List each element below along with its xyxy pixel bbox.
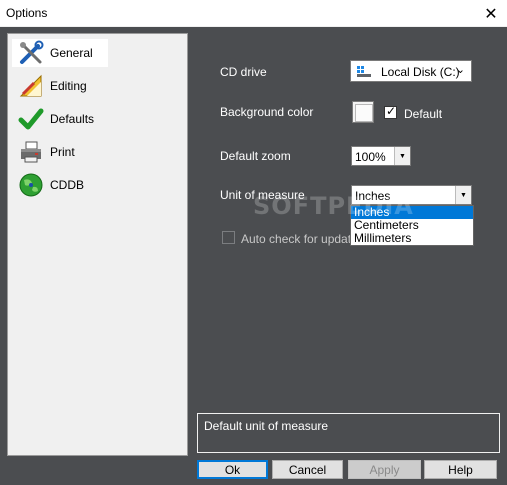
default-zoom-select[interactable]: 100% ▼ <box>351 146 411 166</box>
general-settings-panel: CD drive Local Disk (C:) ⌄ Background co… <box>190 33 500 413</box>
ruler-pencil-icon <box>18 73 44 99</box>
sidebar-item-general[interactable]: General <box>12 39 108 67</box>
drive-icon <box>357 66 371 77</box>
globe-disc-icon <box>18 172 44 198</box>
tools-icon <box>18 40 44 66</box>
checkmark-icon <box>18 106 44 132</box>
cd-drive-label: CD drive <box>220 65 267 79</box>
dropdown-arrow-icon[interactable]: ▼ <box>394 147 410 165</box>
background-color-label: Background color <box>220 105 314 119</box>
auto-check-updates-label: Auto check for updat <box>241 232 352 246</box>
default-zoom-label: Default zoom <box>220 149 291 163</box>
help-button[interactable]: Help <box>424 460 497 479</box>
close-button[interactable]: ✕ <box>475 0 507 27</box>
cancel-button[interactable]: Cancel <box>272 460 343 479</box>
sidebar-item-print[interactable]: Print <box>12 138 108 166</box>
default-zoom-value: 100% <box>355 150 386 164</box>
cd-drive-value: Local Disk (C:) <box>381 65 460 79</box>
background-color-button[interactable] <box>352 101 374 123</box>
apply-button[interactable]: Apply <box>348 460 421 479</box>
sidebar-item-label: Print <box>50 145 75 159</box>
background-default-checkbox[interactable] <box>384 104 397 119</box>
auto-check-updates-checkbox[interactable] <box>222 231 235 244</box>
close-icon: ✕ <box>484 5 498 23</box>
window-title: Options <box>6 6 48 20</box>
category-sidebar: General Editing Defaults Print CDDB <box>7 33 188 456</box>
sidebar-item-cddb[interactable]: CDDB <box>12 171 108 199</box>
unit-option-millimeters[interactable]: Millimeters <box>351 232 473 245</box>
sidebar-item-label: CDDB <box>50 178 85 192</box>
ok-button[interactable]: Ok <box>197 460 268 479</box>
description-text: Default unit of measure <box>204 419 329 433</box>
background-default-label: Default <box>404 107 443 121</box>
cd-drive-select[interactable]: Local Disk (C:) ⌄ <box>350 60 472 82</box>
printer-icon <box>18 139 44 165</box>
chevron-down-icon: ⌄ <box>455 64 465 76</box>
title-bar: Options ✕ <box>0 0 507 27</box>
sidebar-item-defaults[interactable]: Defaults <box>12 105 108 133</box>
dropdown-arrow-icon[interactable]: ▼ <box>455 186 471 204</box>
sidebar-item-label: Defaults <box>50 112 95 126</box>
description-box: Default unit of measure <box>197 413 500 453</box>
dialog-body: General Editing Defaults Print CDDB CD d… <box>0 27 507 485</box>
watermark: SOFTPEDIA <box>253 192 414 220</box>
sidebar-item-label: General <box>50 46 93 60</box>
sidebar-item-label: Editing <box>50 79 87 93</box>
sidebar-item-editing[interactable]: Editing <box>12 72 108 100</box>
